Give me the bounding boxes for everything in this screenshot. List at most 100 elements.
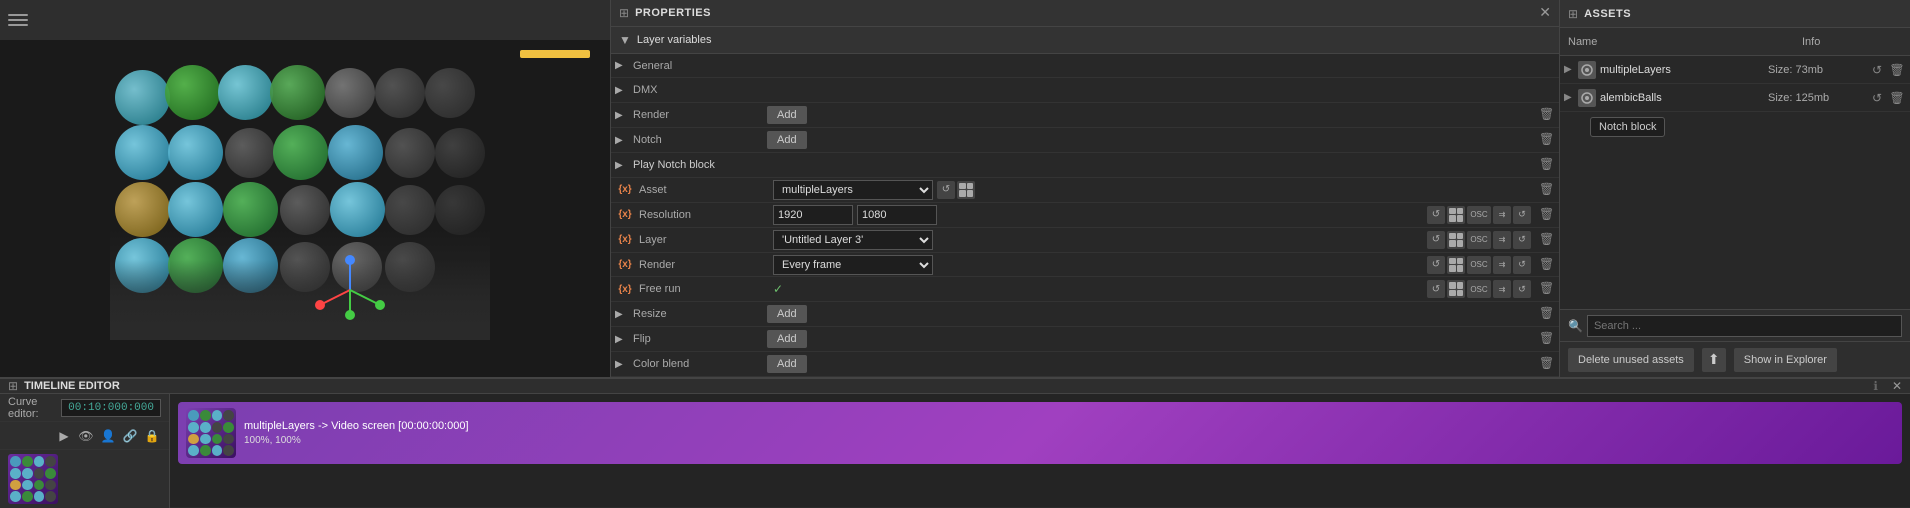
flip-arrow[interactable]: ▶ — [615, 334, 629, 345]
render-trash-icon[interactable]: 🗑 — [1539, 107, 1555, 123]
free-run-merge-icon[interactable]: ⇉ — [1493, 280, 1511, 298]
general-arrow[interactable]: ▶ — [615, 60, 629, 71]
color-blend-arrow[interactable]: ▶ — [615, 359, 629, 370]
timeline-person-icon[interactable]: 👤 — [99, 427, 117, 445]
dmx-label: DMX — [633, 84, 763, 96]
timeline-eye-icon[interactable]: 👁 — [77, 427, 95, 445]
asset-row-alembicballs[interactable]: ▶ alembicBalls Size: 125mb ↺ 🗑 Notch blo… — [1560, 84, 1910, 112]
flip-add-button[interactable]: Add — [767, 330, 807, 348]
timeline-close[interactable]: ✕ — [1892, 379, 1902, 393]
layer-link-icon[interactable]: ↺ — [1427, 231, 1445, 249]
asset-trash-2[interactable]: 🗑 — [1888, 89, 1906, 107]
hamburger-menu[interactable] — [8, 14, 28, 26]
asset-trash-icon[interactable]: 🗑 — [1539, 182, 1555, 198]
assets-search-input[interactable] — [1587, 315, 1902, 337]
general-row: ▶ General — [611, 54, 1559, 79]
asset-name-col-header: Name — [1568, 36, 1802, 48]
timeline-ctrl-top: Curve editor: 00:10:000:000 — [0, 394, 169, 422]
free-run-osc-icon[interactable]: OSC — [1467, 280, 1491, 298]
resolution-height-input[interactable] — [857, 205, 937, 225]
resolution-link-icon[interactable]: ↺ — [1427, 206, 1445, 224]
layer-grid-icon[interactable] — [1447, 231, 1465, 249]
filter-icon: ⊞ — [619, 6, 629, 20]
timeline-header: ⊞ TIMELINE EDITOR ℹ ✕ — [0, 379, 1910, 394]
timeline-track-area: multipleLayers -> Video screen [00:00:00… — [170, 394, 1910, 508]
dmx-arrow[interactable]: ▶ — [615, 85, 629, 96]
play-notch-arrow[interactable]: ▶ — [615, 160, 629, 171]
viewport-panel: .ball { position: absolute; border-radiu… — [0, 0, 610, 377]
asset-row-multiplelayers[interactable]: ▶ multipleLayers Size: 73mb ↺ 🗑 — [1560, 56, 1910, 84]
timeline-thumb — [8, 454, 58, 504]
flip-row: ▶ Flip Add 🗑 — [611, 327, 1559, 352]
asset-name-2: alembicBalls — [1600, 92, 1768, 104]
free-run-trash-icon[interactable]: 🗑 — [1539, 281, 1555, 297]
resolution-width-input[interactable] — [773, 205, 853, 225]
properties-close[interactable]: ✕ — [1539, 4, 1551, 21]
render-mode-trash-icon[interactable]: 🗑 — [1539, 257, 1555, 273]
render-mode-link-icon[interactable]: ↺ — [1427, 256, 1445, 274]
free-run-icon-group: ↺ OSC ⇉ ↺ — [1427, 280, 1531, 298]
asset-info-col-header: Info — [1802, 36, 1902, 48]
flip-trash-icon[interactable]: 🗑 — [1539, 331, 1555, 347]
free-run-grid-icon[interactable] — [1447, 280, 1465, 298]
delete-unused-button[interactable]: Delete unused assets — [1568, 348, 1694, 372]
timeline-link-icon[interactable]: 🔗 — [121, 427, 139, 445]
resolution-osc-icon[interactable]: OSC — [1467, 206, 1491, 224]
asset-expand-1[interactable]: ▶ — [1564, 64, 1578, 75]
resize-add-button[interactable]: Add — [767, 305, 807, 323]
color-blend-row: ▶ Color blend Add 🗑 — [611, 352, 1559, 377]
color-blend-add-button[interactable]: Add — [767, 355, 807, 373]
render-arrow[interactable]: ▶ — [615, 110, 629, 121]
layer-osc-icon[interactable]: OSC — [1467, 231, 1491, 249]
timeline-track[interactable]: multipleLayers -> Video screen [00:00:00… — [178, 402, 1902, 464]
show-in-explorer-button[interactable]: Show in Explorer — [1734, 348, 1837, 372]
asset-refresh-2[interactable]: ↺ — [1868, 89, 1886, 107]
viewport-canvas: .ball { position: absolute; border-radiu… — [110, 60, 490, 340]
free-run-reset-icon[interactable]: ↺ — [1513, 280, 1531, 298]
resolution-trash-icon[interactable]: 🗑 — [1539, 207, 1555, 223]
layer-dropdown[interactable]: 'Untitled Layer 3' — [773, 230, 933, 250]
section-arrow[interactable]: ▼ — [619, 33, 631, 47]
asset-actions-2: ↺ 🗑 — [1868, 89, 1906, 107]
asset-grid-icon[interactable] — [957, 181, 975, 199]
notch-trash-icon[interactable]: 🗑 — [1539, 132, 1555, 148]
render-add-button[interactable]: Add — [767, 106, 807, 124]
timeline-play-icon[interactable]: ▶ — [55, 427, 73, 445]
timeline-lock-icon[interactable]: 🔒 — [143, 427, 161, 445]
layer-trash-icon[interactable]: 🗑 — [1539, 232, 1555, 248]
asset-link-icon[interactable]: ↺ — [937, 181, 955, 199]
notch-block-tooltip: Notch block — [1590, 117, 1665, 137]
render-mode-dropdown[interactable]: Every frame — [773, 255, 933, 275]
resolution-grid-icon[interactable] — [1447, 206, 1465, 224]
render-mode-merge-icon[interactable]: ⇉ — [1493, 256, 1511, 274]
layer-reset-icon[interactable]: ↺ — [1513, 231, 1531, 249]
curve-editor-label: Curve editor: — [8, 396, 49, 420]
notch-add-button[interactable]: Add — [767, 131, 807, 149]
render-mode-reset-icon[interactable]: ↺ — [1513, 256, 1531, 274]
free-run-row: {x} Free run ✓ ↺ OSC ⇉ ↺ 🗑 — [611, 277, 1559, 302]
track-sub: 100%, 100% — [244, 435, 469, 446]
notch-arrow[interactable]: ▶ — [615, 135, 629, 146]
export-icon[interactable]: ⬆ — [1702, 348, 1726, 372]
render-mode-osc-icon[interactable]: OSC — [1467, 256, 1491, 274]
play-notch-trash-icon[interactable]: 🗑 — [1539, 157, 1555, 173]
track-thumb — [186, 408, 236, 458]
free-run-link-icon[interactable]: ↺ — [1427, 280, 1445, 298]
layer-merge-icon[interactable]: ⇉ — [1493, 231, 1511, 249]
asset-icon-settings-1[interactable] — [1578, 61, 1596, 79]
asset-trash-1[interactable]: 🗑 — [1888, 61, 1906, 79]
asset-info-2: Size: 125mb — [1768, 92, 1868, 104]
asset-expand-2[interactable]: ▶ — [1564, 92, 1578, 103]
free-run-check: ✓ — [773, 282, 783, 296]
resolution-merge-icon[interactable]: ⇉ — [1493, 206, 1511, 224]
asset-dropdown[interactable]: multipleLayers — [773, 180, 933, 200]
resize-trash-icon[interactable]: 🗑 — [1539, 306, 1555, 322]
asset-refresh-1[interactable]: ↺ — [1868, 61, 1886, 79]
asset-icon-settings-2[interactable] — [1578, 89, 1596, 107]
resize-arrow[interactable]: ▶ — [615, 309, 629, 320]
render-mode-grid-icon[interactable] — [1447, 256, 1465, 274]
assets-search-row: 🔍 — [1560, 309, 1910, 341]
notch-row: ▶ Notch Add 🗑 — [611, 128, 1559, 153]
color-blend-trash-icon[interactable]: 🗑 — [1539, 356, 1555, 372]
resolution-reset-icon[interactable]: ↺ — [1513, 206, 1531, 224]
